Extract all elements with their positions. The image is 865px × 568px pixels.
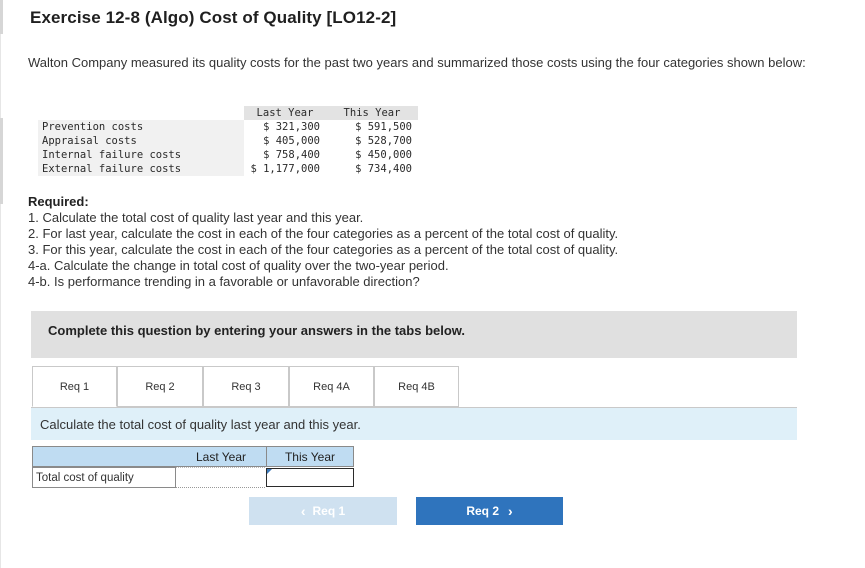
this-year-value: $ 528,700 <box>355 135 412 147</box>
chevron-left-icon: ‹ <box>300 503 306 519</box>
answer-column-this-year: This Year <box>284 449 336 464</box>
cost-data-table: Last Year This Year Prevention costs $ 3… <box>38 106 418 176</box>
table-row: Internal failure costs $ 758,400 $ 450,0… <box>38 148 418 162</box>
column-header-last-year: Last Year <box>244 106 326 120</box>
tab-instruction: Calculate the total cost of quality last… <box>31 408 797 440</box>
this-year-total-input[interactable] <box>266 468 354 487</box>
row-label: External failure costs <box>38 162 244 176</box>
instruction-banner: Complete this question by entering your … <box>31 311 797 358</box>
table-row: Appraisal costs $ 405,000 $ 528,700 <box>38 134 418 148</box>
answer-row-total-cost: Total cost of quality <box>32 467 354 488</box>
required-item-2: 2. For last year, calculate the cost in … <box>28 226 619 241</box>
row-label: Appraisal costs <box>38 134 244 148</box>
required-heading: Required: <box>28 194 89 209</box>
header-spacer <box>38 106 244 120</box>
last-year-value: $ 1,177,000 <box>250 163 320 175</box>
answer-row-label: Total cost of quality <box>32 467 176 488</box>
last-year-total-input[interactable] <box>176 467 265 488</box>
chevron-right-icon: › <box>508 503 513 519</box>
last-year-value: $ 758,400 <box>263 149 320 161</box>
tab-req-1[interactable]: Req 1 <box>32 366 117 407</box>
table-row: External failure costs $ 1,177,000 $ 734… <box>38 162 418 176</box>
prev-req-label: Req 1 <box>312 504 346 518</box>
prev-req-button[interactable]: ‹ Req 1 <box>249 497 397 525</box>
tab-req-4b[interactable]: Req 4B <box>374 366 459 407</box>
row-label: Internal failure costs <box>38 148 244 162</box>
input-marker-icon <box>267 469 272 474</box>
instruction-text: Calculate the total cost of quality last… <box>40 416 361 432</box>
next-req-label: Req 2 <box>466 504 499 518</box>
next-req-button[interactable]: Req 2 › <box>416 497 563 525</box>
left-edge-marker <box>0 118 3 204</box>
required-section: Required: 1. Calculate the total cost of… <box>28 194 618 290</box>
row-label: Prevention costs <box>38 120 244 134</box>
last-year-value: $ 321,300 <box>263 121 320 133</box>
left-edge-marker <box>0 0 3 34</box>
tab-req-4a[interactable]: Req 4A <box>289 366 374 407</box>
required-item-3: 3. For this year, calculate the cost in … <box>28 242 619 257</box>
this-year-value: $ 734,400 <box>355 163 412 175</box>
required-item-4b: 4-b. Is performance trending in a favora… <box>28 274 420 289</box>
answer-table-header: Last Year This Year <box>32 446 354 467</box>
this-year-value: $ 450,000 <box>355 149 412 161</box>
page-title: Exercise 12-8 (Algo) Cost of Quality [LO… <box>30 8 397 27</box>
problem-intro: Walton Company measured its quality cost… <box>28 55 806 70</box>
this-year-value: $ 591,500 <box>355 121 412 133</box>
banner-text: Complete this question by entering your … <box>48 323 466 338</box>
required-item-4a: 4-a. Calculate the change in total cost … <box>28 258 449 273</box>
tab-req-2[interactable]: Req 2 <box>117 366 203 407</box>
left-edge-divider <box>0 0 1 568</box>
last-year-value: $ 405,000 <box>263 135 320 147</box>
column-header-this-year: This Year <box>326 106 418 120</box>
table-row: Prevention costs $ 321,300 $ 591,500 <box>38 120 418 134</box>
answer-column-last-year: Last Year <box>195 449 247 464</box>
tab-req-3[interactable]: Req 3 <box>203 366 289 407</box>
required-item-1: 1. Calculate the total cost of quality l… <box>28 210 364 225</box>
